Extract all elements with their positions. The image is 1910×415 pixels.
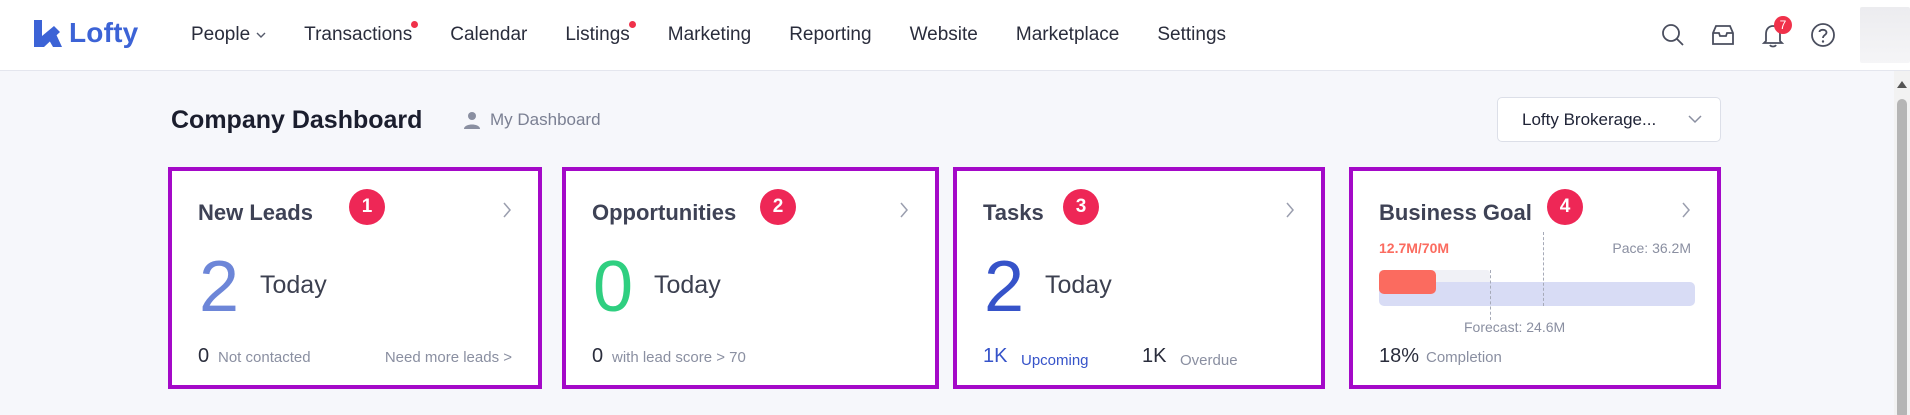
completion-value: 18%: [1379, 345, 1420, 367]
lead-score-label: with lead score > 70: [612, 349, 746, 366]
goal-forecast-label: Forecast: 24.6M: [1464, 319, 1566, 335]
chevron-right-icon[interactable]: [1285, 202, 1295, 218]
new-leads-card[interactable]: New Leads 1 2 Today 0 Not contacted Need…: [168, 167, 542, 389]
nav-reporting-label: Reporting: [789, 24, 872, 45]
my-dashboard-link[interactable]: My Dashboard: [463, 110, 601, 130]
chevron-down-icon: [256, 32, 266, 38]
card-title: Tasks: [983, 200, 1044, 225]
step-badge: 4: [1547, 189, 1583, 225]
goal-pace-label: Pace: 36.2M: [1612, 240, 1691, 256]
brokerage-select-value: Lofty Brokerage...: [1522, 109, 1657, 129]
step-badge: 3: [1063, 189, 1099, 225]
nav-reporting[interactable]: Reporting: [770, 0, 890, 70]
goal-pace-marker: [1543, 232, 1544, 306]
main-nav: People Transactions Calendar Listings Ma…: [172, 0, 1245, 70]
scroll-thumb[interactable]: [1897, 99, 1907, 415]
business-goal-card[interactable]: Business Goal 4 12.7M/70M Pace: 36.2M Fo…: [1349, 167, 1721, 389]
chevron-down-icon: [1688, 115, 1702, 124]
lofty-logo[interactable]: Lofty: [32, 17, 138, 49]
goal-progress-bar: [1379, 232, 1695, 320]
person-icon: [464, 112, 480, 129]
scroll-up-arrow[interactable]: [1897, 81, 1907, 88]
need-more-leads-link[interactable]: Need more leads >: [385, 349, 512, 366]
nav-people[interactable]: People: [172, 0, 285, 70]
goal-progress-text: 12.7M/70M: [1379, 240, 1450, 256]
not-contacted-label: Not contacted: [218, 349, 311, 366]
chevron-right-icon[interactable]: [1681, 202, 1691, 218]
inbox-icon: [1712, 25, 1734, 45]
notification-dot: [628, 21, 636, 28]
completion-label: Completion: [1426, 349, 1502, 366]
overdue-count[interactable]: 1K: [1142, 345, 1166, 368]
toolbar: 7: [1648, 0, 1910, 70]
card-title: Business Goal: [1379, 200, 1532, 225]
step-badge: 1: [349, 189, 385, 225]
card-title: New Leads: [198, 200, 313, 225]
my-dashboard-label: My Dashboard: [490, 110, 601, 129]
opportunities-count: 0: [593, 247, 634, 327]
nav-transactions[interactable]: Transactions: [285, 0, 431, 70]
search-icon: [1662, 24, 1684, 46]
nav-listings-label: Listings: [565, 24, 630, 45]
nav-listings[interactable]: Listings: [546, 0, 648, 70]
nav-settings[interactable]: Settings: [1138, 0, 1245, 70]
notifications-button[interactable]: 7: [1748, 10, 1798, 60]
nav-settings-label: Settings: [1157, 24, 1227, 45]
nav-marketplace[interactable]: Marketplace: [997, 0, 1139, 70]
overdue-label[interactable]: Overdue: [1180, 352, 1238, 369]
top-navigation-bar: Lofty People Transactions Calendar Listi…: [0, 0, 1910, 71]
nav-marketplace-label: Marketplace: [1015, 24, 1120, 45]
tasks-count: 2: [984, 247, 1025, 327]
search-button[interactable]: [1648, 10, 1698, 60]
upcoming-count[interactable]: 1K: [983, 345, 1007, 368]
period-label: Today: [654, 271, 721, 299]
step-badge: 2: [760, 189, 796, 225]
notification-count-badge: 7: [1774, 16, 1792, 34]
nav-marketing-label: Marketing: [667, 24, 752, 45]
nav-marketing[interactable]: Marketing: [649, 0, 770, 70]
tasks-card[interactable]: Tasks 3 2 Today 1K Upcoming 1K Overdue: [953, 167, 1325, 389]
help-button[interactable]: [1798, 10, 1848, 60]
period-label: Today: [1045, 271, 1112, 299]
nav-calendar-label: Calendar: [450, 24, 528, 45]
nav-calendar[interactable]: Calendar: [431, 0, 546, 70]
not-contacted-count: 0: [198, 345, 210, 367]
opportunities-card[interactable]: Opportunities 2 0 Today 0 with lead scor…: [562, 167, 939, 389]
chevron-right-icon[interactable]: [899, 202, 909, 218]
goal-progress-fill: [1379, 270, 1436, 294]
nav-transactions-label: Transactions: [304, 24, 413, 45]
nav-people-label: People: [191, 24, 251, 45]
goal-forecast-marker: [1490, 270, 1491, 320]
nav-website-label: Website: [909, 24, 978, 45]
lofty-logo-text: Lofty: [69, 17, 139, 48]
page-scrollbar[interactable]: [1894, 71, 1910, 415]
period-label: Today: [260, 271, 327, 299]
card-title: Opportunities: [592, 200, 737, 225]
nav-website[interactable]: Website: [891, 0, 997, 70]
brokerage-select[interactable]: Lofty Brokerage...: [1497, 97, 1721, 142]
lofty-logo-icon: [32, 18, 63, 49]
page-title: Company Dashboard: [171, 106, 423, 134]
upcoming-label[interactable]: Upcoming: [1021, 352, 1089, 369]
leads-count: 2: [199, 247, 240, 327]
chevron-right-icon[interactable]: [502, 202, 512, 218]
inbox-button[interactable]: [1698, 10, 1748, 60]
notification-dot: [411, 21, 419, 28]
help-icon: [1811, 23, 1835, 47]
lead-score-count: 0: [592, 345, 604, 367]
avatar[interactable]: [1860, 7, 1910, 63]
